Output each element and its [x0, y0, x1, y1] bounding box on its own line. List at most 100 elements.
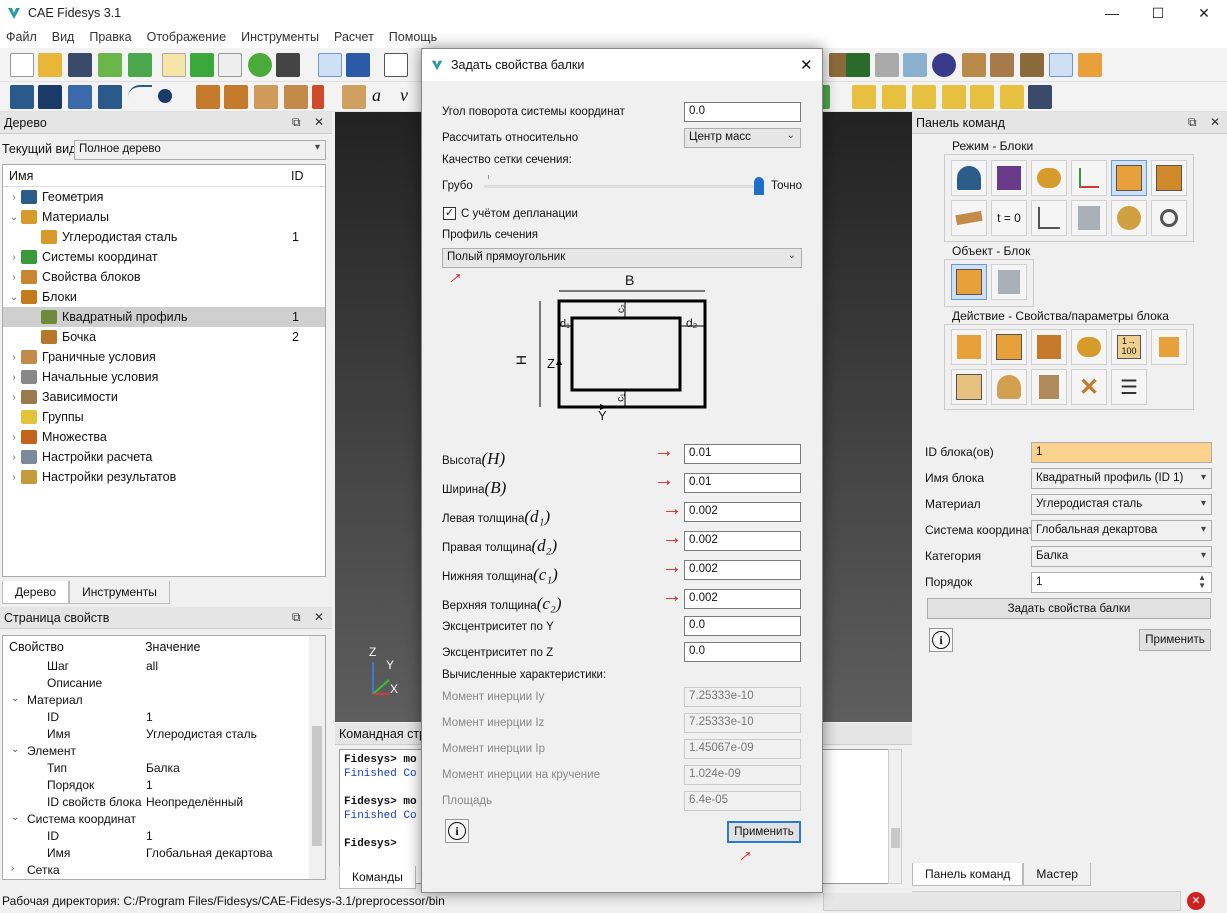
view-plus-x-icon[interactable] — [970, 85, 994, 109]
panel-apply-button[interactable]: Применить — [1139, 629, 1211, 651]
scrollbar-thumb[interactable] — [891, 828, 900, 848]
tree-item[interactable]: › Геометрия — [3, 187, 325, 207]
properties-block-icon[interactable] — [1031, 369, 1067, 405]
delete-block-icon[interactable]: ✕ — [1071, 369, 1107, 405]
view-minus-x-icon[interactable] — [1000, 85, 1024, 109]
cube-wire-icon[interactable] — [384, 53, 408, 77]
boundary-mode-icon[interactable] — [951, 200, 987, 236]
minimize-button[interactable]: — — [1089, 0, 1135, 26]
beam-stack-icon[interactable] — [962, 53, 986, 77]
order-spinbox[interactable]: 1 ▲ ▼ — [1031, 572, 1212, 593]
tree-item[interactable]: › Настройки расчета — [3, 447, 325, 467]
property-row[interactable]: Имя Углеродистая сталь — [3, 726, 325, 743]
property-row[interactable]: ⌄ Материал — [3, 692, 325, 709]
force-icon[interactable] — [196, 85, 220, 109]
view-minus-z-icon[interactable] — [882, 85, 906, 109]
mesh-cube-icon[interactable] — [903, 53, 927, 77]
pressure-icon[interactable] — [224, 85, 248, 109]
atoms-icon[interactable] — [10, 85, 34, 109]
menu-help[interactable]: Помощь — [389, 30, 437, 44]
tab-command-panel[interactable]: Панель команд — [912, 863, 1024, 886]
param-input[interactable]: 0.01 — [684, 444, 801, 464]
modify-block-icon[interactable] — [1031, 329, 1067, 365]
current-view-select[interactable]: Полное дерево ▾ — [74, 140, 326, 160]
tab-master[interactable]: Мастер — [1023, 863, 1091, 886]
coordinate-mode-icon[interactable] — [1071, 160, 1107, 196]
block-name-select[interactable]: Квадратный профиль (ID 1) ▾ — [1031, 468, 1212, 489]
tab-tree[interactable]: Дерево — [2, 581, 70, 604]
cube-icon[interactable] — [68, 85, 92, 109]
expand-arrow-icon[interactable]: › — [7, 472, 21, 483]
property-row[interactable]: ID 1 — [3, 709, 325, 726]
menu-calculation[interactable]: Расчет — [334, 30, 374, 44]
spring-icon[interactable] — [342, 85, 366, 109]
dialog-close-button[interactable]: ✕ — [800, 56, 813, 74]
displacement-icon[interactable] — [254, 85, 278, 109]
tree-item[interactable]: › Настройки результатов — [3, 467, 325, 487]
expand-arrow-icon[interactable]: › — [7, 372, 21, 383]
expand-arrow-icon[interactable]: ⌄ — [11, 812, 19, 823]
set-beam-properties-button[interactable]: Задать свойства балки — [927, 598, 1211, 619]
i-beam-icon[interactable] — [1078, 53, 1102, 77]
cylinder-block-icon[interactable] — [991, 369, 1027, 405]
expand-arrow-icon[interactable]: › — [7, 272, 21, 283]
ecc-y-input[interactable]: 0.0 — [684, 616, 801, 636]
param-input[interactable]: 0.002 — [684, 589, 801, 609]
command-scrollbar[interactable] — [888, 749, 902, 884]
expand-arrow-icon[interactable]: ⌄ — [7, 212, 21, 223]
tree-item[interactable]: › Граничные условия — [3, 347, 325, 367]
axes-tool-icon[interactable] — [1049, 53, 1073, 77]
mesh-quality-slider[interactable] — [484, 177, 764, 195]
export-icon[interactable] — [128, 53, 152, 77]
select-icon[interactable] — [318, 53, 342, 77]
box-icon[interactable] — [1020, 53, 1044, 77]
tree-item[interactable]: › Свойства блоков — [3, 267, 325, 287]
view-plus-z-icon[interactable] — [852, 85, 876, 109]
error-icon[interactable]: ✕ — [1187, 892, 1205, 910]
warping-checkbox[interactable]: ✓ — [443, 207, 456, 220]
pause-icon[interactable] — [248, 53, 272, 77]
props-scrollbar[interactable] — [309, 636, 325, 879]
fit-view-icon[interactable] — [1028, 85, 1052, 109]
property-row[interactable]: ⌄ Элемент — [3, 743, 325, 760]
scrollbar-thumb[interactable] — [312, 726, 322, 846]
surface-icon[interactable] — [98, 85, 122, 109]
expand-arrow-icon[interactable]: ⌄ — [11, 693, 19, 704]
slider-handle[interactable] — [754, 177, 764, 195]
property-row[interactable]: Шаг all — [3, 658, 325, 675]
view-minus-y-icon[interactable] — [942, 85, 966, 109]
green-cube-icon[interactable] — [846, 53, 870, 77]
support-icon[interactable] — [284, 85, 308, 109]
property-row[interactable]: Имя Глобальная декартова — [3, 845, 325, 862]
menu-display[interactable]: Отображение — [147, 30, 226, 44]
hammer-icon[interactable] — [276, 53, 300, 77]
tree-item[interactable]: › Системы координат — [3, 247, 325, 267]
edit-icon[interactable] — [162, 53, 186, 77]
list-block-icon[interactable] — [1151, 329, 1187, 365]
material-block-icon[interactable] — [1071, 329, 1107, 365]
block-calc-icon[interactable] — [991, 264, 1027, 300]
list-icon[interactable]: ☰ — [1111, 369, 1147, 405]
tree-item[interactable]: › Начальные условия — [3, 367, 325, 387]
gray-cube-icon[interactable] — [875, 53, 899, 77]
create-block-icon[interactable] — [951, 329, 987, 365]
alpha-icon[interactable]: a — [372, 85, 396, 109]
property-row[interactable]: › Сетка — [3, 862, 325, 879]
tab-tools[interactable]: Инструменты — [69, 581, 170, 604]
info-button[interactable]: i — [929, 628, 953, 652]
tree-item[interactable]: Бочка 2 — [3, 327, 325, 347]
thermometer-icon[interactable] — [312, 85, 324, 109]
expand-arrow-icon[interactable]: › — [7, 252, 21, 263]
tree-item[interactable]: Углеродистая сталь 1 — [3, 227, 325, 247]
view-plus-y-icon[interactable] — [912, 85, 936, 109]
expand-arrow-icon[interactable]: › — [7, 352, 21, 363]
close-button[interactable]: ✕ — [1181, 0, 1227, 26]
panel-close-icon[interactable]: ✕ — [314, 115, 324, 129]
menu-tools[interactable]: Инструменты — [241, 30, 319, 44]
geometry-mode-icon[interactable] — [951, 160, 987, 196]
dependency-mode-icon[interactable] — [1031, 200, 1067, 236]
run-icon[interactable] — [190, 53, 214, 77]
property-row[interactable]: ID свойств блока Неопределённый — [3, 794, 325, 811]
expand-arrow-icon[interactable]: › — [7, 392, 21, 403]
calc-mode-icon[interactable] — [1071, 200, 1107, 236]
